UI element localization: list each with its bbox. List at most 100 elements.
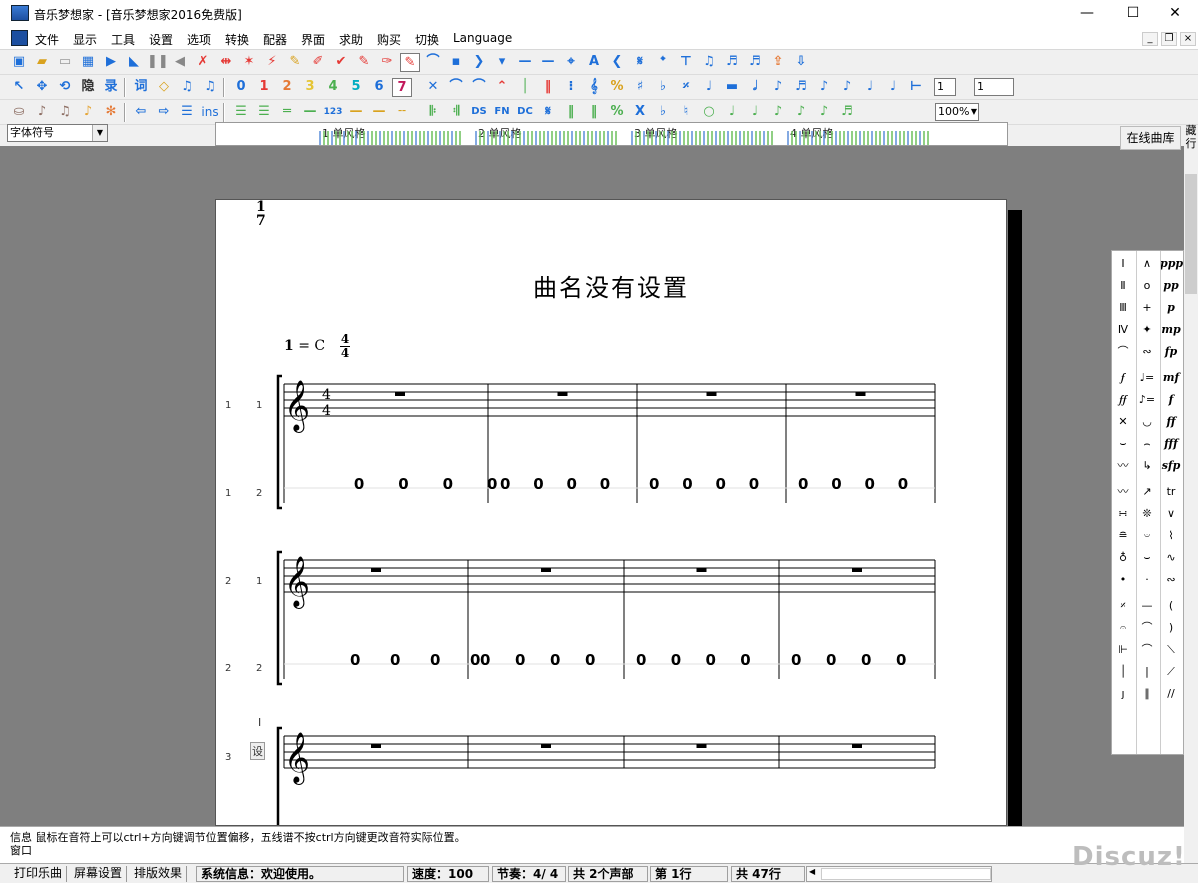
note-e-icon[interactable]: ♪ bbox=[814, 103, 834, 122]
notes-icon[interactable]: ♫ bbox=[200, 78, 220, 97]
x-icon[interactable]: X bbox=[630, 103, 650, 122]
palette-symbol[interactable]: fff bbox=[1160, 433, 1182, 455]
mdi-minimize-button[interactable]: _ bbox=[1142, 32, 1158, 46]
repeat-icon[interactable]: 𝄎 bbox=[676, 78, 696, 97]
bracket-icon[interactable]: ⊢ bbox=[906, 78, 926, 97]
digit-3-icon[interactable]: 3 bbox=[300, 78, 320, 97]
flat-icon[interactable]: ♭ bbox=[653, 78, 673, 97]
edit-marker[interactable]: 设 bbox=[250, 742, 265, 760]
document-icon[interactable] bbox=[11, 30, 28, 46]
palette-symbol[interactable]: ⌣ bbox=[1136, 547, 1158, 569]
select-edit-icon[interactable]: ✎ bbox=[400, 53, 420, 72]
beam-icon[interactable]: ♬ bbox=[722, 53, 742, 72]
open-folder-icon[interactable]: ▰ bbox=[32, 53, 52, 72]
bar-icon[interactable]: │ bbox=[515, 78, 535, 97]
sixteenth-note-icon[interactable]: ♬ bbox=[791, 78, 811, 97]
palette-symbol[interactable]: ) bbox=[1160, 617, 1182, 639]
down-triangle-icon[interactable]: ▾ bbox=[492, 53, 512, 72]
score-systems[interactable]: 𝄞 440 0 0 0 0 0 0 0 0 0 0 0 0 0 0 0𝄞0 0 0 0 0 0 0 0 0 0 0 0 0 0 0 0𝄞 bbox=[216, 200, 1007, 826]
menu-file[interactable]: 文件 bbox=[35, 31, 59, 48]
palette-symbol[interactable]: tr bbox=[1160, 481, 1182, 503]
dash-icon[interactable]: — bbox=[515, 53, 535, 72]
zoom-select[interactable]: 100% ▼ bbox=[935, 103, 979, 121]
hide-icon[interactable]: 隐 bbox=[78, 78, 98, 97]
palette-symbol[interactable]: • bbox=[1112, 569, 1134, 591]
pointer-play-icon[interactable]: ◣ bbox=[124, 53, 144, 72]
repeat-end-icon[interactable]: 𝄇 bbox=[446, 103, 466, 122]
staff4-icon[interactable]: ☰ bbox=[231, 103, 251, 122]
layout-effect-button[interactable]: 排版效果 bbox=[134, 866, 188, 882]
palette-symbol[interactable]: · bbox=[1136, 569, 1158, 591]
palette-symbol[interactable]: ⌒ bbox=[1136, 617, 1158, 639]
palette-symbol[interactable]: Ⅳ bbox=[1112, 319, 1134, 341]
palette-symbol[interactable]: ∨ bbox=[1160, 503, 1182, 525]
download-icon[interactable]: ⇩ bbox=[791, 53, 811, 72]
palette-symbol[interactable]: ≘ bbox=[1112, 525, 1134, 547]
note-b-icon[interactable]: ♩ bbox=[745, 103, 765, 122]
online-library-button[interactable]: 在线曲库 bbox=[1120, 126, 1181, 150]
percent-repeat-icon[interactable]: % bbox=[607, 103, 627, 122]
palette-symbol[interactable]: ∾ bbox=[1160, 569, 1182, 591]
palette-symbol[interactable]: ∾ bbox=[1136, 341, 1158, 363]
palette-symbol[interactable]: ◡ bbox=[1136, 411, 1158, 433]
digit-7-icon[interactable]: 7 bbox=[392, 78, 412, 97]
prev-icon[interactable]: ◀ bbox=[170, 53, 190, 72]
palette-symbol[interactable]: ∿ bbox=[1160, 547, 1182, 569]
dash3-icon[interactable]: ╌ bbox=[392, 103, 412, 122]
arrow-right-icon[interactable]: ⇨ bbox=[154, 103, 174, 122]
score-page[interactable]: 1 7 曲名没有设置 1 = C 4 4 𝄞 4 4 0 0 0 0 0 0 0 0 0 0 0 0 0 0 0 0… bbox=[215, 199, 1007, 826]
palette-symbol[interactable]: f bbox=[1160, 389, 1182, 411]
clef-icon[interactable]: 𝄞 bbox=[584, 78, 604, 97]
menu-help[interactable]: 求助 bbox=[339, 31, 363, 48]
ds-icon[interactable]: DS bbox=[469, 103, 489, 122]
palette-symbol[interactable]: | bbox=[1136, 661, 1158, 683]
sharp-icon[interactable]: ♯ bbox=[630, 78, 650, 97]
fn-icon[interactable]: FN bbox=[492, 103, 512, 122]
dot-icon[interactable]: ▪ bbox=[446, 53, 466, 72]
palette-symbol[interactable]: 𝄎 bbox=[1112, 595, 1134, 617]
digit-0-icon[interactable]: 0 bbox=[231, 78, 251, 97]
play-icon[interactable]: ▶ bbox=[101, 53, 121, 72]
palette-symbol[interactable]: ♁ bbox=[1112, 547, 1134, 569]
palette-symbol[interactable]: ∥ bbox=[1136, 683, 1158, 705]
digit-2-icon[interactable]: 2 bbox=[277, 78, 297, 97]
palette-symbol[interactable]: p bbox=[1160, 297, 1182, 319]
half-note-icon[interactable]: 𝅗𝅥 bbox=[745, 78, 765, 97]
scroll-left-icon[interactable]: ◀ bbox=[809, 867, 815, 876]
palette-symbol[interactable]: ♩= bbox=[1136, 367, 1158, 389]
value-b-input[interactable]: 1 bbox=[974, 78, 1014, 96]
thirty-second-icon[interactable]: ♪ bbox=[837, 78, 857, 97]
staff2-icon[interactable]: ═ bbox=[277, 103, 297, 122]
dc-icon[interactable]: DC bbox=[515, 103, 535, 122]
numbered-icon[interactable]: 123 bbox=[323, 103, 343, 122]
end-bar-icon[interactable]: ‖ bbox=[561, 103, 581, 122]
palette-symbol[interactable]: ff bbox=[1160, 411, 1182, 433]
upload-icon[interactable]: ⇪ bbox=[768, 53, 788, 72]
dotted-note-icon[interactable]: ♩ bbox=[860, 78, 880, 97]
crosshair-icon[interactable]: ⌖ bbox=[561, 53, 581, 72]
arrow-left-icon[interactable]: ⇦ bbox=[131, 103, 151, 122]
menu-interface[interactable]: 界面 bbox=[301, 31, 325, 48]
split-icon[interactable]: ⚡ bbox=[262, 53, 282, 72]
palette-symbol[interactable]: ⌒ bbox=[1112, 341, 1134, 363]
close-button[interactable]: ✕ bbox=[1152, 0, 1198, 28]
pause-icon[interactable]: ❚❚ bbox=[147, 53, 169, 72]
palette-symbol[interactable]: ⌣ bbox=[1112, 433, 1134, 455]
arc-up-icon[interactable]: ⌃ bbox=[492, 78, 512, 97]
menu-convert[interactable]: 转换 bbox=[225, 31, 249, 48]
palette-symbol[interactable]: ppp bbox=[1160, 253, 1183, 275]
double-bar-icon[interactable]: ‖ bbox=[538, 78, 558, 97]
font-symbol-select[interactable]: 字体符号 ▼ bbox=[7, 124, 108, 142]
menu-tools[interactable]: 工具 bbox=[111, 31, 135, 48]
palette-symbol[interactable]: Ⅲ bbox=[1112, 297, 1134, 319]
palette-symbol[interactable]: ⌢ bbox=[1136, 433, 1158, 455]
tie-arc-icon[interactable]: ⌒ bbox=[469, 78, 489, 97]
eighth-note-icon[interactable]: ♫ bbox=[699, 53, 719, 72]
pen-icon[interactable]: ✎ bbox=[285, 53, 305, 72]
palette-symbol[interactable]: ♪= bbox=[1136, 389, 1158, 411]
menu-orchestration[interactable]: 配器 bbox=[263, 31, 287, 48]
palette-symbol[interactable]: ↗ bbox=[1136, 481, 1158, 503]
staff1-icon[interactable]: — bbox=[300, 103, 320, 122]
cross-icon[interactable]: ✕ bbox=[423, 78, 443, 97]
digit-6-icon[interactable]: 6 bbox=[369, 78, 389, 97]
